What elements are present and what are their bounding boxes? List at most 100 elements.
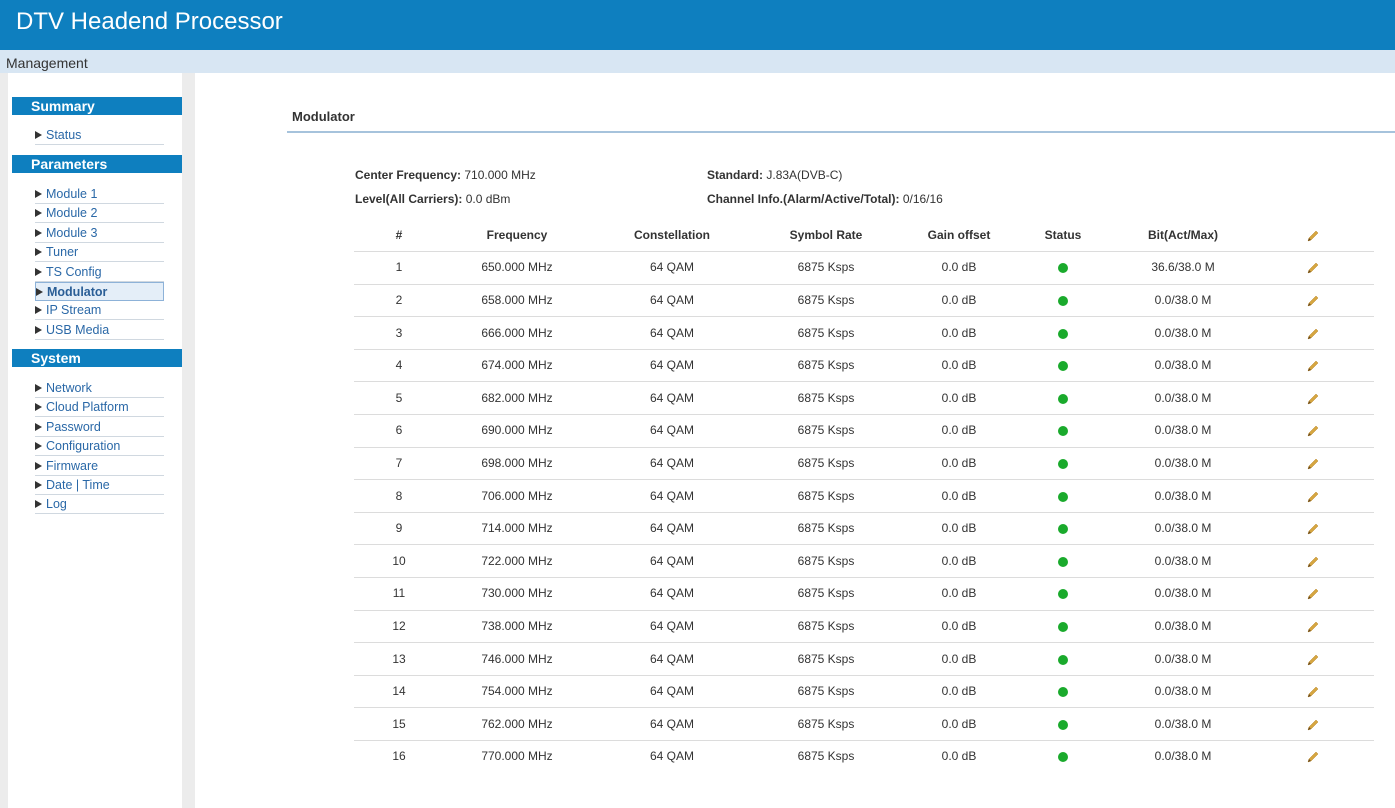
row-frequency: 666.000 MHz xyxy=(481,325,553,340)
row-constellation: 64 QAM xyxy=(649,716,694,731)
sidebar-item-label: Network xyxy=(46,381,92,395)
row-symbol-rate: 6875 Ksps xyxy=(797,651,855,666)
row-frequency: 706.000 MHz xyxy=(481,488,553,503)
row-number: 1 xyxy=(395,260,403,275)
pencil-edit-icon[interactable] xyxy=(1306,457,1320,471)
pencil-edit-icon[interactable] xyxy=(1306,424,1320,438)
triangle-bullet-icon xyxy=(35,500,42,509)
pencil-edit-icon[interactable] xyxy=(1306,685,1320,699)
row-bitrate: 36.6/38.0 M xyxy=(1151,260,1215,275)
pencil-edit-icon[interactable] xyxy=(1306,620,1320,634)
sidebar-item-module-1[interactable]: Module 1 xyxy=(35,185,164,204)
breadcrumb[interactable]: Management xyxy=(6,55,88,71)
row-bitrate: 0.0/38.0 M xyxy=(1154,651,1212,666)
row-gain-offset: 0.0 dB xyxy=(941,390,977,405)
sidebar-item-module-3[interactable]: Module 3 xyxy=(35,224,164,243)
row-divider xyxy=(354,740,1374,741)
app-header: DTV Headend Processor xyxy=(0,0,1395,50)
row-frequency: 650.000 MHz xyxy=(481,260,553,275)
row-divider xyxy=(354,348,1374,350)
triangle-bullet-icon xyxy=(36,288,43,296)
row-constellation: 64 QAM xyxy=(649,292,694,307)
row-frequency: 730.000 MHz xyxy=(481,586,553,601)
sidebar-item-password[interactable]: Password xyxy=(35,418,164,437)
col-header-number: # xyxy=(395,228,403,242)
sidebar-item-label: USB Media xyxy=(46,322,110,337)
standard-label: Standard: xyxy=(707,168,764,182)
row-constellation: 64 QAM xyxy=(649,586,694,601)
sidebar-item-module-2[interactable]: Module 2 xyxy=(35,204,164,224)
pencil-edit-icon[interactable] xyxy=(1306,653,1320,667)
sidebar-item-log[interactable]: Log xyxy=(35,495,164,515)
triangle-bullet-icon xyxy=(35,325,42,334)
sidebar-item-label: TS Config xyxy=(46,264,102,279)
row-number: 9 xyxy=(395,521,403,536)
pencil-edit-icon[interactable] xyxy=(1306,490,1320,504)
pencil-edit-icon[interactable] xyxy=(1306,522,1320,536)
row-frequency: 770.000 MHz xyxy=(481,749,553,764)
row-constellation: 64 QAM xyxy=(649,618,694,633)
sidebar-item-label: Modulator xyxy=(47,285,108,299)
pencil-edit-icon[interactable] xyxy=(1306,327,1320,341)
section-header-summary: Summary xyxy=(12,97,182,115)
row-gain-offset: 0.0 dB xyxy=(941,586,977,601)
row-gain-offset: 0.0 dB xyxy=(941,618,977,633)
triangle-bullet-icon xyxy=(35,461,42,470)
app-title: DTV Headend Processor xyxy=(16,8,283,35)
sidebar-item-date-time[interactable]: Date | Time xyxy=(35,476,164,495)
pencil-edit-icon[interactable] xyxy=(1306,261,1320,275)
row-constellation: 64 QAM xyxy=(649,553,694,568)
row-divider xyxy=(354,479,1374,481)
header-edit-icon[interactable] xyxy=(1306,229,1320,243)
sidebar-item-label: Cloud Platform xyxy=(46,400,129,415)
section-header-system: System xyxy=(12,349,182,367)
panel-title: Modulator xyxy=(292,109,355,124)
sidebar-item-network[interactable]: Network xyxy=(35,379,164,398)
section-header-parameters: Parameters xyxy=(12,155,182,173)
row-symbol-rate: 6875 Ksps xyxy=(797,521,855,536)
pencil-edit-icon[interactable] xyxy=(1306,587,1320,601)
pencil-edit-icon[interactable] xyxy=(1306,750,1320,764)
row-number: 10 xyxy=(392,553,406,568)
sidebar-item-label: Configuration xyxy=(46,439,121,454)
sidebar-item-tuner[interactable]: Tuner xyxy=(35,243,164,263)
sidebar-item-usb-media[interactable]: USB Media xyxy=(35,321,164,340)
row-bitrate: 0.0/38.0 M xyxy=(1154,684,1212,699)
channel-info-value: 0/16/16 xyxy=(902,192,943,206)
row-symbol-rate: 6875 Ksps xyxy=(797,618,855,633)
sidebar-item-ts-config[interactable]: TS Config xyxy=(35,263,164,282)
triangle-bullet-icon xyxy=(35,209,42,218)
status-ok-dot-icon xyxy=(1058,524,1068,535)
col-header-constellation: Constellation xyxy=(633,228,710,242)
status-ok-dot-icon xyxy=(1058,687,1068,698)
triangle-bullet-icon xyxy=(35,306,42,315)
row-gain-offset: 0.0 dB xyxy=(941,423,977,438)
pencil-edit-icon[interactable] xyxy=(1306,294,1320,308)
sidebar-item-modulator[interactable]: Modulator xyxy=(35,282,164,301)
triangle-bullet-icon xyxy=(35,422,42,431)
level-info: Level(All Carriers): 0.0 dBm xyxy=(355,192,510,206)
standard-info: Standard: J.83A(DVB-C) xyxy=(707,168,842,182)
row-gain-offset: 0.0 dB xyxy=(941,651,977,666)
pencil-edit-icon[interactable] xyxy=(1306,359,1320,373)
sidebar-item-firmware[interactable]: Firmware xyxy=(35,457,164,476)
row-symbol-rate: 6875 Ksps xyxy=(797,716,855,731)
row-gain-offset: 0.0 dB xyxy=(941,749,977,764)
row-constellation: 64 QAM xyxy=(649,488,694,503)
pencil-edit-icon[interactable] xyxy=(1306,392,1320,406)
row-symbol-rate: 6875 Ksps xyxy=(797,455,855,470)
pencil-edit-icon[interactable] xyxy=(1306,718,1320,732)
row-number: 15 xyxy=(392,716,406,731)
sidebar-item-cloud-platform[interactable]: Cloud Platform xyxy=(35,398,164,418)
sidebar-item-ip-stream[interactable]: IP Stream xyxy=(35,301,164,321)
row-bitrate: 0.0/38.0 M xyxy=(1154,488,1212,503)
row-divider xyxy=(354,707,1374,709)
row-bitrate: 0.0/38.0 M xyxy=(1154,390,1212,405)
sidebar-item-configuration[interactable]: Configuration xyxy=(35,437,164,457)
pencil-edit-icon[interactable] xyxy=(1306,555,1320,569)
triangle-bullet-icon xyxy=(35,131,42,139)
sidebar-item-status[interactable]: Status xyxy=(35,126,164,145)
row-constellation: 64 QAM xyxy=(649,521,694,536)
row-symbol-rate: 6875 Ksps xyxy=(797,358,855,373)
row-bitrate: 0.0/38.0 M xyxy=(1154,586,1212,601)
